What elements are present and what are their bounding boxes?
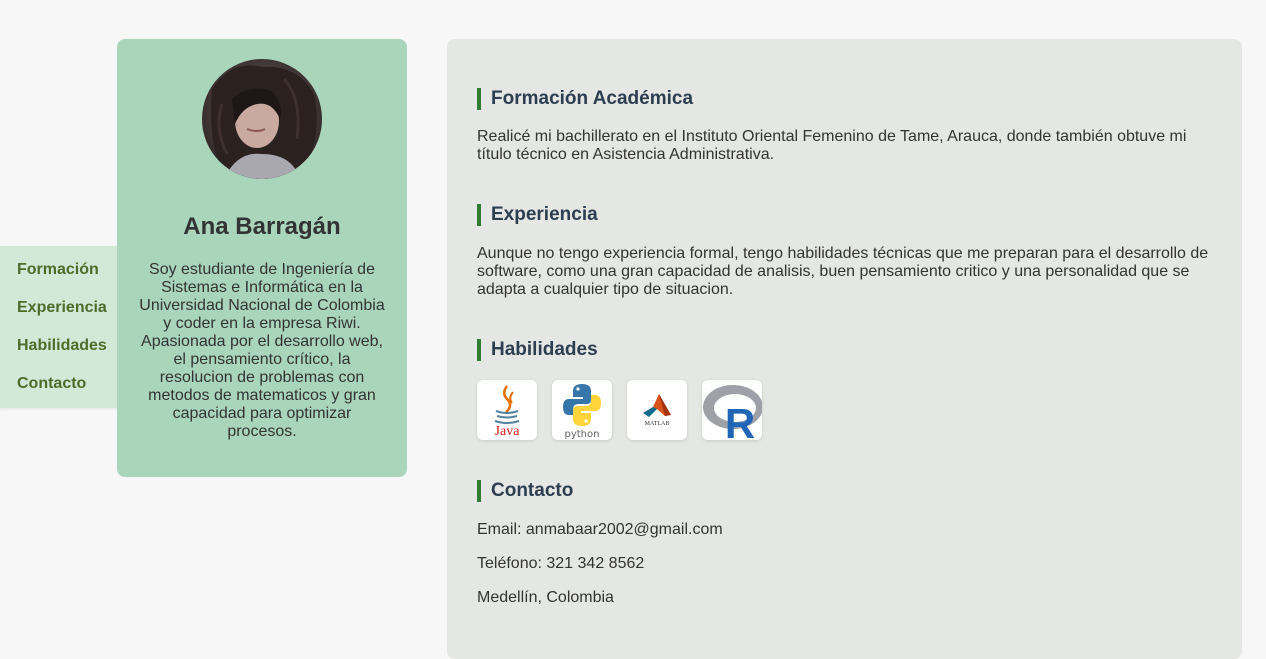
skill-java: Java (477, 380, 537, 440)
nav-link-habilidades[interactable]: Habilidades (17, 337, 107, 355)
contact-email: Email: anmabaar2002@gmail.com (477, 521, 723, 538)
profile-name: Ana Barragán (183, 213, 341, 240)
nav-link-experiencia[interactable]: Experiencia (17, 299, 107, 317)
nav-link-formacion[interactable]: Formación (17, 261, 99, 279)
avatar (202, 59, 322, 179)
java-logo-icon: Java (495, 385, 521, 439)
section-title-habilidades: Habilidades (477, 339, 598, 361)
svg-text:Java: Java (495, 424, 521, 439)
svg-text:MATLAB: MATLAB (645, 421, 670, 427)
skill-matlab: MATLAB (627, 380, 687, 440)
nav-link-contacto[interactable]: Contacto (17, 375, 86, 393)
svg-text:python: python (565, 429, 600, 440)
contact-location: Medellín, Colombia (477, 589, 614, 606)
section-text-formacion: Realicé mi bachillerato en el Instituto … (477, 128, 1187, 163)
svg-text:R: R (725, 400, 755, 440)
section-title-contacto: Contacto (477, 480, 573, 502)
section-title-experiencia: Experiencia (477, 204, 598, 226)
main-content: Formación Académica Realicé mi bachiller… (447, 39, 1242, 659)
r-logo-icon: R (703, 385, 762, 440)
matlab-logo-icon: MATLAB (643, 394, 671, 427)
python-logo-icon: python (563, 384, 601, 440)
skill-r: R (702, 380, 762, 440)
skill-python: python (552, 380, 612, 440)
avatar-photo (202, 59, 322, 179)
side-nav: Formación Experiencia Habilidades Contac… (0, 246, 127, 408)
section-text-experiencia: Aunque no tengo experiencia formal, teng… (477, 245, 1209, 298)
contact-phone: Teléfono: 321 342 8562 (477, 555, 645, 572)
section-title-formacion: Formación Académica (477, 88, 693, 110)
profile-card: Ana Barragán Soy estudiante de Ingenierí… (117, 39, 407, 477)
profile-bio: Soy estudiante de Ingeniería de Sistemas… (139, 261, 385, 440)
